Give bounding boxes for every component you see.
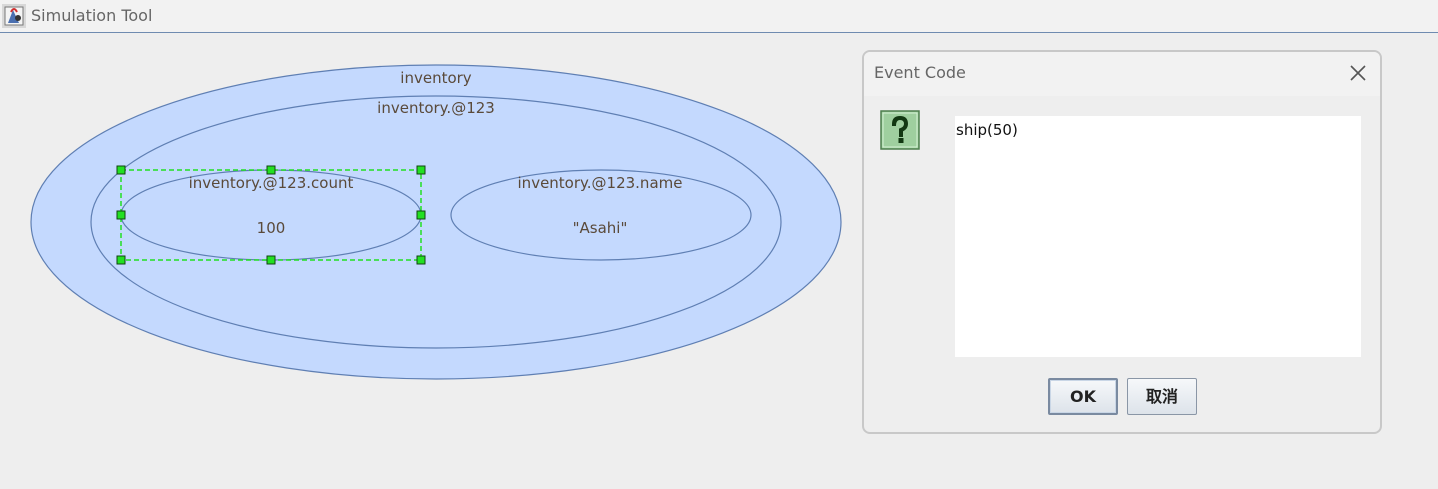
count-value: 100 — [257, 219, 286, 237]
event-code-dialog: Event Code ship(50) OK 取消 — [862, 50, 1382, 434]
resize-handle-ne[interactable] — [416, 165, 426, 175]
dialog-header: Event Code — [864, 52, 1380, 96]
resize-handle-e[interactable] — [416, 210, 426, 220]
dialog-title: Event Code — [874, 63, 966, 82]
name-label: inventory.@123.name — [518, 174, 683, 192]
resize-handle-nw[interactable] — [116, 165, 126, 175]
resize-handle-sw[interactable] — [116, 255, 126, 265]
name-value: "Asahi" — [573, 219, 628, 237]
resize-handle-n[interactable] — [266, 165, 276, 175]
resize-handle-s[interactable] — [266, 255, 276, 265]
cancel-button[interactable]: 取消 — [1127, 378, 1197, 415]
window-title: Simulation Tool — [31, 6, 153, 25]
java-app-icon — [2, 4, 26, 28]
resize-handle-se[interactable] — [416, 255, 426, 265]
inventory-123-label: inventory.@123 — [377, 99, 495, 117]
resize-handle-w[interactable] — [116, 210, 126, 220]
inventory-label: inventory — [400, 69, 472, 87]
ok-button[interactable]: OK — [1048, 378, 1118, 415]
close-icon[interactable] — [1347, 62, 1369, 84]
count-label: inventory.@123.count — [189, 174, 354, 192]
event-code-textarea[interactable]: ship(50) — [955, 116, 1361, 357]
diagram-canvas[interactable]: inventory inventory.@123 inventory.@123.… — [0, 34, 860, 485]
title-bar: Simulation Tool — [0, 0, 1438, 33]
question-icon — [880, 110, 920, 150]
